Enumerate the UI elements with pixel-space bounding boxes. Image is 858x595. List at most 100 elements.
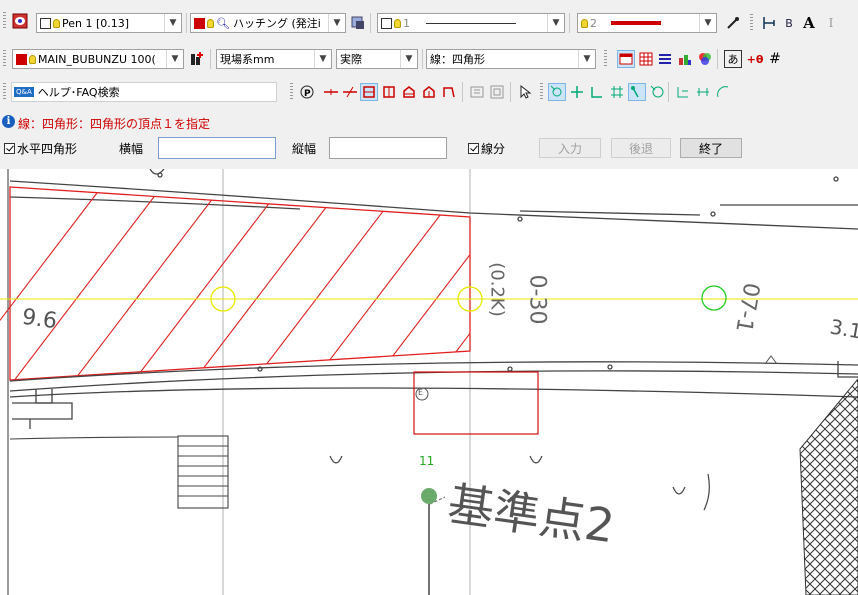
frame-icon[interactable] xyxy=(488,83,506,101)
layer-chart-icon[interactable] xyxy=(676,50,694,68)
layer-combo-value: MAIN_BUBUNZU 100( xyxy=(38,52,156,66)
input-button[interactable]: 入力 xyxy=(539,138,601,158)
snap-tangent-icon[interactable] xyxy=(674,83,692,101)
line-list-icon[interactable] xyxy=(656,50,674,68)
bulb-icon xyxy=(581,18,588,28)
snap-center-icon[interactable] xyxy=(648,83,666,101)
polyline-icon[interactable] xyxy=(440,83,458,101)
separator xyxy=(668,82,669,102)
toolbar-grip[interactable] xyxy=(3,50,6,66)
hash-grid-icon[interactable]: # xyxy=(766,50,784,68)
chevron-down-icon: ▼ xyxy=(547,14,564,32)
leader-text-icon[interactable]: B xyxy=(780,14,798,32)
text-icon[interactable]: A xyxy=(800,14,818,32)
font-icon[interactable]: あ xyxy=(724,50,742,68)
toolbar-grip[interactable] xyxy=(604,50,607,66)
svg-text:P: P xyxy=(304,89,311,99)
pen-combo-value: Pen 1 [0.13] xyxy=(62,16,130,30)
toolbar-row-3: Q&A ヘルプ･FAQ検索 P xyxy=(0,79,858,113)
window-icon[interactable] xyxy=(617,50,635,68)
command-combo[interactable]: 線：四角形 ▼ xyxy=(426,49,596,69)
checkbox-checked-icon xyxy=(468,143,479,154)
rectangle-icon[interactable] xyxy=(360,83,378,101)
status-bar: i 線：四角形：四角形の頂点１を指定 xyxy=(0,113,858,132)
toolbar-grip[interactable] xyxy=(3,83,6,99)
diagonal-line-icon[interactable] xyxy=(341,83,359,101)
layer-settings-icon[interactable] xyxy=(10,12,30,30)
back-button[interactable]: 後退 xyxy=(611,138,671,158)
chevron-down-icon: ▼ xyxy=(400,50,417,68)
segment-checkbox[interactable]: 線分 xyxy=(468,140,505,157)
toolbar-grip[interactable] xyxy=(750,14,753,30)
active-snap-marker xyxy=(701,285,727,311)
separator xyxy=(510,82,511,102)
end-button[interactable]: 終了 xyxy=(680,138,742,158)
layer-tool-icon[interactable] xyxy=(349,14,367,32)
hatching-combo-value: ハッチング (発注i xyxy=(232,17,321,30)
separator xyxy=(462,82,463,102)
segment-label: 線分 xyxy=(481,142,506,156)
horizontal-line-icon[interactable] xyxy=(322,83,340,101)
snap-endpoint-icon[interactable] xyxy=(548,83,566,101)
house-shape-alt-icon[interactable] xyxy=(420,83,438,101)
separator xyxy=(186,13,187,33)
color-palette-icon[interactable] xyxy=(696,50,714,68)
add-text-icon[interactable]: +θ xyxy=(746,50,764,68)
layer-square-icon xyxy=(40,17,51,29)
house-shape-icon[interactable] xyxy=(400,83,418,101)
snap-point-icon[interactable] xyxy=(628,83,646,101)
help-search-label: ヘルプ･FAQ検索 xyxy=(37,86,120,99)
hatching-combo[interactable]: 🔍︎ ハッチング (発注i ▼ xyxy=(190,13,346,33)
snap-grid-icon[interactable] xyxy=(608,83,626,101)
line-type-value: 1 xyxy=(403,16,410,30)
point-p-icon[interactable]: P xyxy=(298,83,316,101)
add-layer-icon[interactable] xyxy=(188,50,206,68)
steps xyxy=(9,435,229,509)
bulb-icon xyxy=(53,18,60,28)
rectangle-split-icon[interactable] xyxy=(380,83,398,101)
horizontal-rect-label: 水平四角形 xyxy=(17,142,78,156)
eyedropper-icon[interactable] xyxy=(724,14,742,32)
base-point-marker xyxy=(421,488,437,504)
height-input[interactable] xyxy=(329,137,447,159)
search-icon: 🔍︎ xyxy=(216,16,230,30)
toolbar-grip[interactable] xyxy=(3,12,6,28)
toolbar-grip[interactable] xyxy=(540,83,543,99)
scale-mode-value: 実際 xyxy=(340,53,362,66)
drawing-canvas[interactable]: 9.6 11 基準点2 (0.2K) 0-30 07-1 3.1 E xyxy=(0,169,858,595)
cursor-arrow-icon[interactable] xyxy=(516,83,534,101)
width-label: 横幅 xyxy=(119,142,144,156)
scale-mode-combo[interactable]: 実際 ▼ xyxy=(336,49,418,69)
label-9-6: 9.6 xyxy=(20,304,59,335)
layer-combo[interactable]: MAIN_BUBUNZU 100( ▼ xyxy=(12,49,184,69)
separator xyxy=(370,13,371,33)
coord-system-combo[interactable]: 現場系mm ▼ xyxy=(216,49,332,69)
snap-cross-icon[interactable] xyxy=(568,83,586,101)
toolbar-grip[interactable] xyxy=(290,83,293,99)
width-input[interactable] xyxy=(158,137,276,159)
horizontal-rect-checkbox[interactable]: 水平四角形 xyxy=(4,140,77,157)
line-type-combo[interactable]: 1 ▼ xyxy=(377,13,565,33)
label-e: E xyxy=(418,388,424,397)
toolbar-row-1: Pen 1 [0.13] ▼ 🔍︎ ハッチング (発注i ▼ 1 ▼ 2 ▼ B… xyxy=(0,0,858,34)
red-square-icon xyxy=(16,53,27,65)
snap-perp-icon[interactable] xyxy=(588,83,606,101)
mesh-hatch xyxy=(799,378,858,595)
toolbar-row-2: MAIN_BUBUNZU 100( ▼ 現場系mm ▼ 実際 ▼ 線：四角形 ▼… xyxy=(0,47,858,71)
separator xyxy=(717,49,718,69)
snap-midpoint-icon[interactable] xyxy=(694,83,712,101)
label-11: 11 xyxy=(419,454,435,468)
table-icon[interactable] xyxy=(637,50,655,68)
separator xyxy=(210,49,211,69)
chevron-down-icon: ▼ xyxy=(699,14,716,32)
dimension-icon[interactable] xyxy=(760,14,778,32)
help-search-box[interactable]: Q&A ヘルプ･FAQ検索 xyxy=(11,82,277,102)
status-message: 線：四角形：四角形の頂点１を指定 xyxy=(18,117,211,131)
image-text-icon[interactable]: I xyxy=(822,14,840,32)
snap-arc-icon[interactable] xyxy=(714,83,732,101)
text-box-icon[interactable] xyxy=(468,83,486,101)
pen-combo[interactable]: Pen 1 [0.13] ▼ xyxy=(36,13,182,33)
height-label: 縦幅 xyxy=(292,142,317,156)
line-width-combo[interactable]: 2 ▼ xyxy=(577,13,717,33)
chevron-down-icon: ▼ xyxy=(578,50,595,68)
